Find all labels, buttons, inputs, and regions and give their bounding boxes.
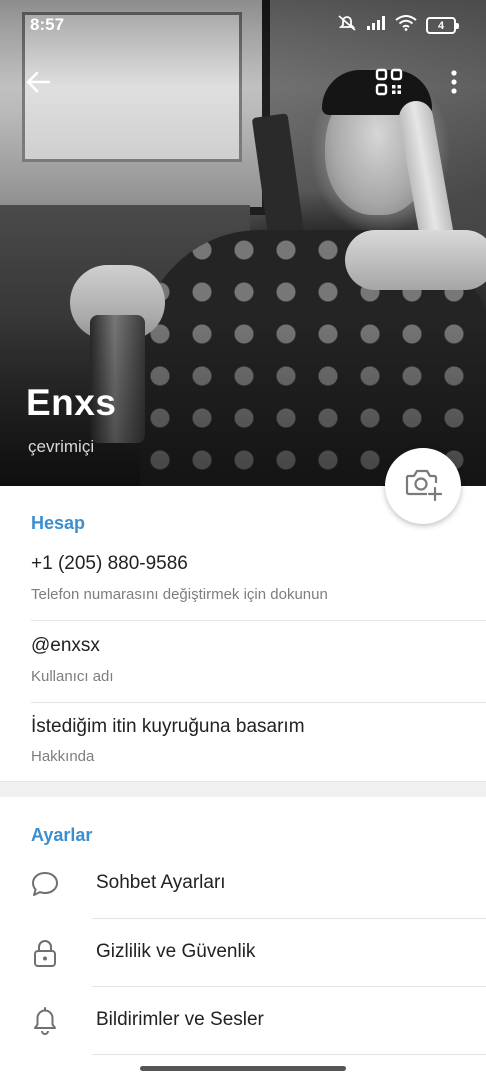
arrow-left-icon: [25, 71, 51, 98]
status-time: 8:57: [30, 15, 65, 34]
username-hint: Kullanıcı adı: [31, 668, 114, 685]
settings-item-chat[interactable]: Sohbet Ayarları: [0, 849, 486, 917]
status-bar: 8:57 4: [0, 0, 486, 52]
signal-icon: [366, 15, 386, 36]
qr-code-icon: [375, 68, 403, 101]
qr-code-button[interactable]: [367, 62, 411, 106]
profile-status: çevrimiçi: [28, 437, 95, 456]
battery-icon: 4: [426, 17, 459, 34]
settings-section-title: Ayarlar: [31, 825, 93, 845]
bell-icon: [30, 1006, 60, 1036]
divider: [31, 702, 486, 703]
settings-item-label: Gizlilik ve Güvenlik: [96, 941, 256, 962]
phone-number: +1 (205) 880-9586: [31, 553, 188, 574]
account-section-title: Hesap: [31, 513, 86, 533]
section-separator: [0, 781, 486, 797]
phone-hint: Telefon numarasını değiştirmek için doku…: [31, 586, 328, 603]
home-indicator[interactable]: [140, 1066, 346, 1071]
muted-icon: [337, 14, 357, 37]
more-vertical-icon: [450, 69, 458, 99]
settings-item-label: Sohbet Ayarları: [96, 872, 226, 893]
profile-name: Enxs: [26, 382, 117, 423]
bio: İstediğim itin kuyruğuna basarım: [31, 716, 305, 737]
set-photo-button[interactable]: [385, 448, 461, 524]
lock-icon: [30, 938, 60, 968]
more-button[interactable]: [432, 62, 476, 106]
chat-bubble-icon: [30, 869, 60, 899]
divider: [92, 1054, 486, 1055]
settings-item-privacy[interactable]: Gizlilik ve Güvenlik: [0, 918, 486, 986]
divider: [31, 620, 486, 621]
wifi-icon: [395, 15, 417, 36]
settings-item-label: Bildirimler ve Sesler: [96, 1009, 264, 1030]
username: @enxsx: [31, 635, 100, 656]
settings-item-notifications[interactable]: Bildirimler ve Sesler: [0, 986, 486, 1054]
bio-hint: Hakkında: [31, 748, 95, 765]
camera-add-icon: [403, 466, 443, 507]
status-icons: 4: [337, 14, 459, 37]
back-button[interactable]: [16, 62, 60, 106]
